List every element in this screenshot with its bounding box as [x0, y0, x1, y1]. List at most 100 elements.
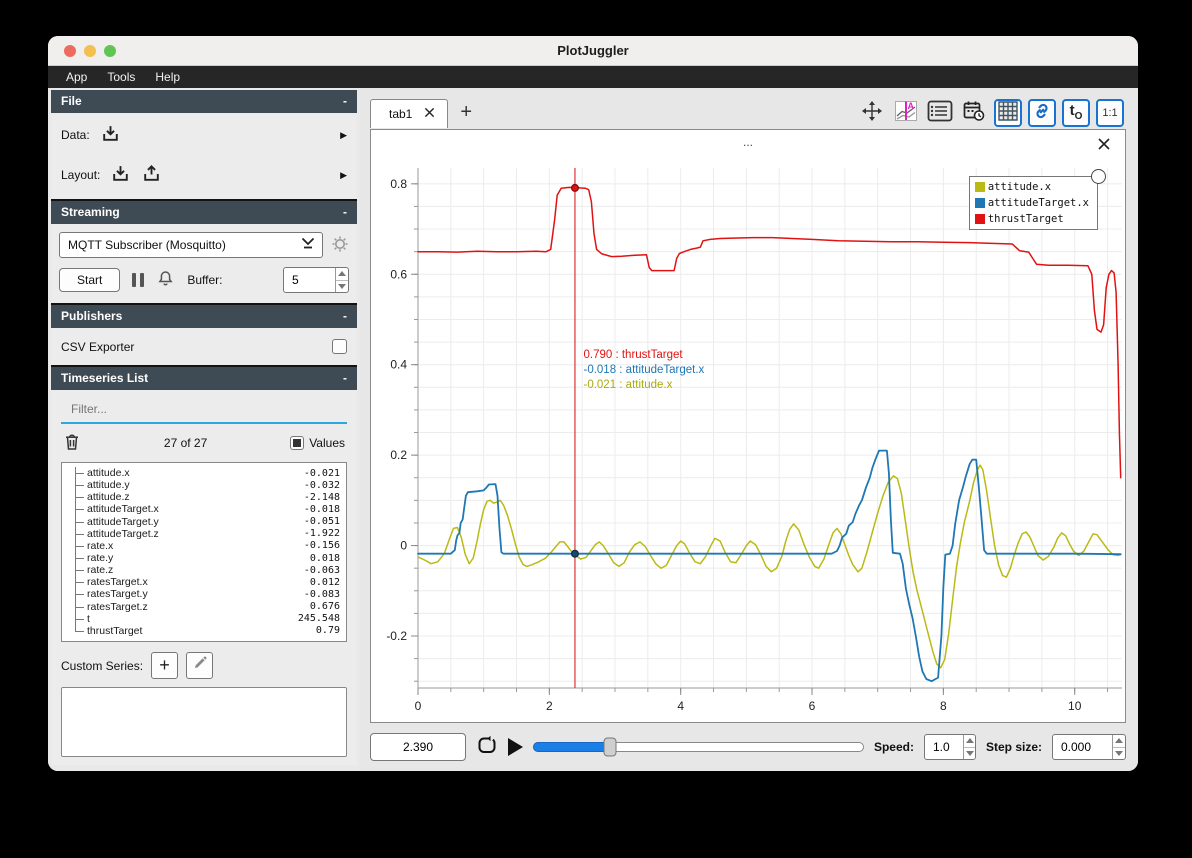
spin-up-icon[interactable] [965, 738, 974, 744]
step-spin-arrows[interactable] [1112, 735, 1125, 759]
svg-text:2: 2 [546, 699, 553, 713]
load-data-button[interactable] [100, 123, 121, 147]
spin-up-icon[interactable] [338, 271, 347, 277]
timeseries-row[interactable]: attitude.z -2.148 [70, 491, 340, 504]
streaming-source-select[interactable]: MQTT Subscriber (Mosquitto) [59, 232, 323, 258]
menu-help[interactable]: Help [145, 66, 190, 88]
add-custom-series-button[interactable]: + [151, 652, 179, 679]
data-more-arrow-icon[interactable]: ▶ [340, 130, 347, 141]
timeseries-section-header[interactable]: Timeseries List - [51, 367, 357, 390]
timeseries-row[interactable]: attitudeTarget.x -0.018 [70, 503, 340, 516]
link-axes-button[interactable] [1028, 98, 1056, 127]
chart-legend[interactable]: attitude.x attitudeTarget.x thrustTarget [968, 169, 1106, 230]
tree-branch-icon [70, 588, 87, 601]
time-input[interactable] [371, 734, 465, 760]
collapse-icon[interactable]: - [343, 371, 347, 385]
legend-toggle-knob[interactable] [1091, 169, 1106, 184]
spin-down-icon[interactable] [338, 283, 347, 289]
timeseries-row[interactable]: attitudeTarget.z -1.922 [70, 527, 340, 540]
timeseries-row[interactable]: t 245.548 [70, 612, 340, 625]
streaming-settings-button[interactable] [331, 235, 349, 256]
buffer-input[interactable] [284, 268, 336, 292]
spin-up-icon[interactable] [1115, 738, 1124, 744]
close-icon [1097, 138, 1111, 154]
collapse-icon[interactable]: - [343, 94, 347, 108]
tab-close-icon[interactable] [424, 105, 435, 123]
timeseries-row[interactable]: rate.y 0.018 [70, 551, 340, 565]
play-button[interactable] [508, 738, 523, 756]
plot-title[interactable]: ... [371, 135, 1125, 149]
speed-spin-arrows[interactable] [963, 735, 975, 759]
calendar-clock-icon [962, 99, 986, 126]
speed-spinbox[interactable] [923, 734, 976, 760]
timeseries-section-title: Timeseries List [61, 371, 149, 385]
streaming-section-header[interactable]: Streaming - [51, 201, 357, 224]
loop-icon [476, 735, 498, 759]
plot-close-button[interactable] [1097, 137, 1111, 154]
spin-down-icon[interactable] [1115, 750, 1124, 756]
filter-input[interactable] [61, 402, 347, 422]
edit-custom-series-button[interactable] [186, 652, 214, 679]
timeseries-row[interactable]: ratesTarget.z 0.676 [70, 600, 340, 613]
time-offset-button[interactable]: tO [1062, 98, 1090, 127]
publishers-section-header[interactable]: Publishers - [51, 305, 357, 328]
collapse-icon[interactable]: - [343, 205, 347, 219]
delete-series-button[interactable] [63, 432, 81, 454]
streaming-source-value: MQTT Subscriber (Mosquitto) [68, 238, 226, 252]
layout-more-arrow-icon[interactable]: ▶ [340, 170, 347, 181]
datetime-format-button[interactable] [960, 99, 988, 127]
spin-down-icon[interactable] [965, 750, 974, 756]
save-layout-button[interactable] [141, 163, 162, 187]
timeseries-row[interactable]: ratesTarget.x 0.012 [70, 576, 340, 589]
timeseries-row[interactable]: rate.x -0.156 [70, 539, 340, 553]
timeline-slider[interactable] [533, 737, 864, 757]
minimize-window-button[interactable] [84, 45, 96, 57]
pause-streaming-button[interactable] [132, 273, 145, 287]
close-window-button[interactable] [64, 45, 76, 57]
timeseries-row[interactable]: attitudeTarget.y -0.051 [70, 515, 340, 528]
timeseries-row[interactable]: attitude.x -0.021 [70, 467, 340, 480]
timeseries-name: attitude.x [87, 467, 130, 480]
timeseries-row[interactable]: attitude.y -0.032 [70, 479, 340, 492]
timeline-slider-handle[interactable] [603, 737, 617, 757]
step-size-spinbox[interactable] [1052, 734, 1126, 760]
one-to-one-icon: 1:1 [1102, 106, 1118, 119]
legend-item[interactable]: attitudeTarget.x [974, 197, 1089, 209]
ratio-1-1-button[interactable]: 1:1 [1096, 98, 1124, 127]
speed-input[interactable] [924, 735, 964, 759]
step-size-input[interactable] [1053, 735, 1113, 759]
timeseries-row[interactable]: ratesTarget.y -0.083 [70, 588, 340, 601]
plot-panel: ... 0 2 4 6 8 10 -0.2 0 0.2 0.4 0.6 0.8 0.790 : thr… [370, 129, 1126, 723]
zoom-annotation-tool-button[interactable]: A [892, 99, 920, 127]
legend-item[interactable]: attitude.x [974, 181, 1089, 193]
file-section-header[interactable]: File - [51, 90, 357, 113]
menu-tools[interactable]: Tools [97, 66, 145, 88]
csv-exporter-checkbox[interactable] [332, 339, 347, 354]
loop-playback-button[interactable] [476, 735, 498, 759]
legend-item[interactable]: thrustTarget [974, 213, 1089, 225]
time-display[interactable] [370, 733, 466, 761]
svg-text:A: A [908, 101, 915, 111]
timeseries-row[interactable]: rate.z -0.063 [70, 564, 340, 577]
custom-series-list[interactable] [61, 687, 347, 757]
chart-svg[interactable]: 0 2 4 6 8 10 -0.2 0 0.2 0.4 0.6 0.8 0.790 : thrustT… [372, 156, 1132, 728]
tab-tab1[interactable]: tab1 [370, 98, 449, 128]
load-layout-button[interactable] [110, 163, 131, 187]
timeseries-row[interactable]: thrustTarget 0.79 [70, 624, 340, 637]
menu-app[interactable]: App [56, 66, 97, 88]
timeseries-name: t [87, 612, 90, 625]
grid-toggle-button[interactable] [994, 98, 1022, 127]
new-tab-button[interactable]: + [448, 101, 484, 124]
timeseries-tree[interactable]: attitude.x -0.021 attitude.y -0.032 attitude… [61, 462, 347, 642]
buffer-spin-arrows[interactable] [335, 268, 348, 292]
values-checkbox[interactable] [290, 436, 305, 450]
traffic-lights [64, 45, 116, 57]
chart-area[interactable]: 0 2 4 6 8 10 -0.2 0 0.2 0.4 0.6 0.8 0.790 : thrustT… [372, 156, 1124, 721]
collapse-icon[interactable]: - [343, 309, 347, 323]
notifications-button[interactable] [156, 269, 175, 291]
buffer-spinbox[interactable] [283, 267, 349, 293]
start-streaming-button[interactable]: Start [59, 268, 121, 292]
pan-tool-button[interactable] [858, 99, 886, 127]
curve-list-button[interactable] [926, 99, 954, 127]
maximize-window-button[interactable] [104, 45, 116, 57]
